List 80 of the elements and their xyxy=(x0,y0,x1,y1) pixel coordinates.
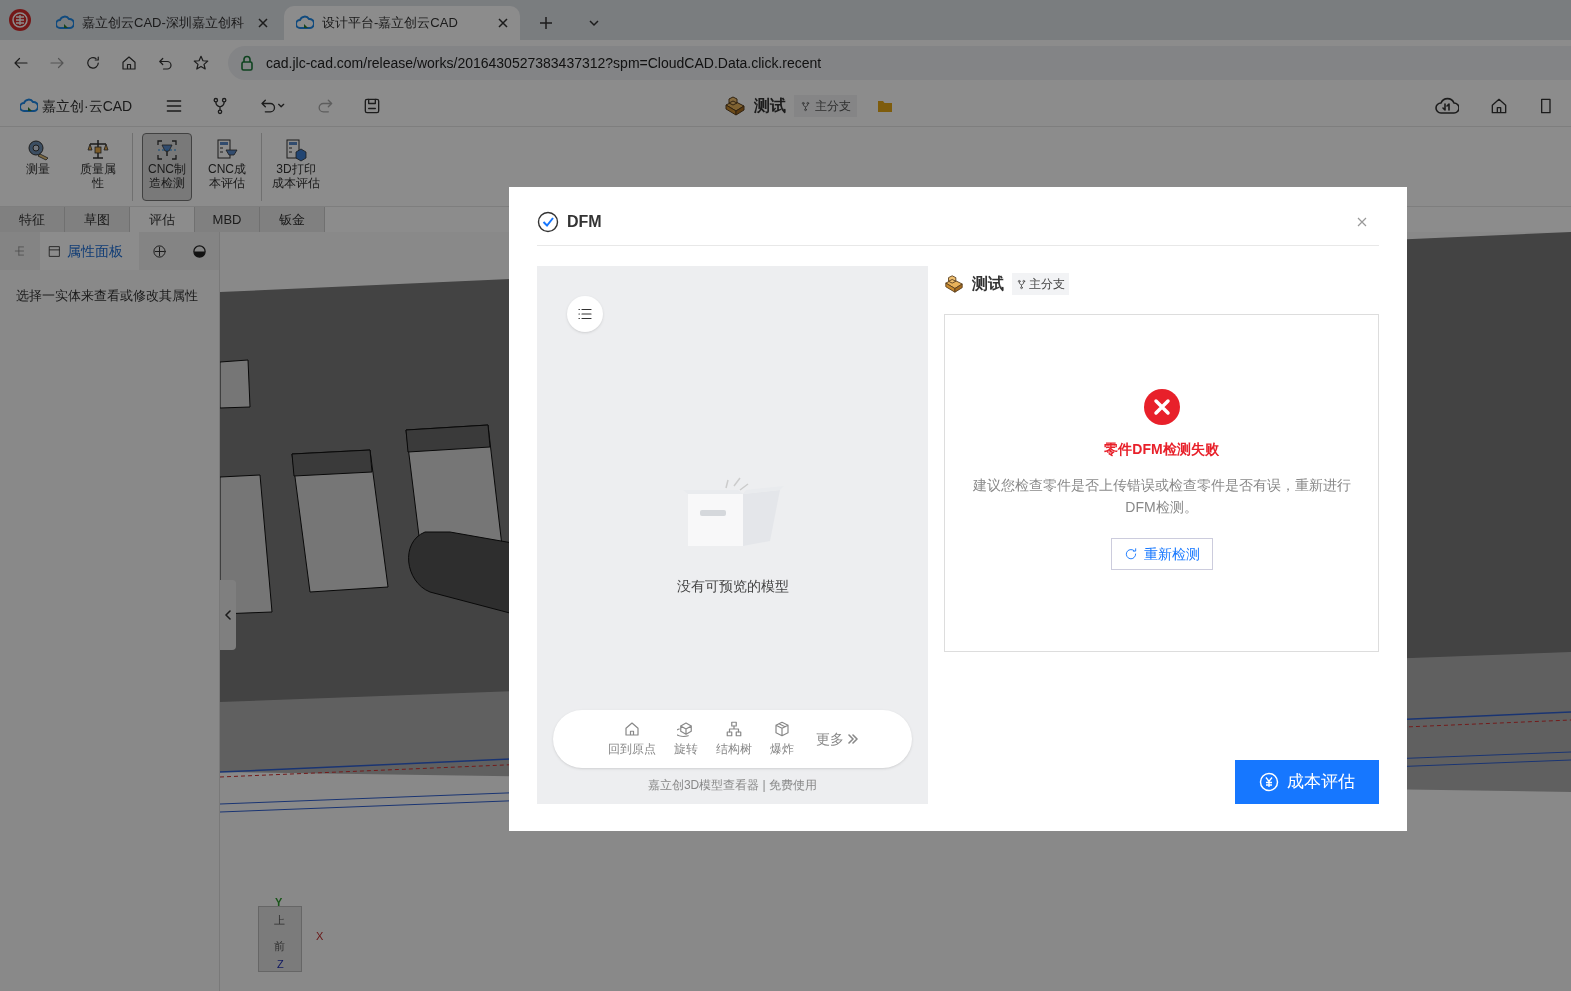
cube-icon xyxy=(772,720,791,738)
cloud-logo-icon xyxy=(56,15,74,31)
browser-logo-icon xyxy=(8,8,32,32)
app-logo-text: 嘉立创·云CAD xyxy=(42,96,133,116)
yen-icon xyxy=(1259,772,1279,792)
tab-title: 嘉立创云CAD-深圳嘉立创科 xyxy=(82,14,245,33)
toolbar-button[interactable]: CNC成本评估 xyxy=(202,132,252,201)
face-label: 上 xyxy=(274,913,285,928)
axis-label: X xyxy=(316,929,324,944)
more-button[interactable]: 更多 xyxy=(815,728,858,750)
browser-tab[interactable]: 设计平台-嘉立创云CAD xyxy=(284,6,520,40)
tab-title: 设计平台-嘉立创云CAD xyxy=(322,14,459,33)
cnc-tool-icon xyxy=(155,137,179,162)
result-message: 建议您检查零件是否上传错误或检查零件是否有误，重新进行DFM检测。 xyxy=(971,476,1352,517)
home-icon xyxy=(1489,96,1509,116)
collapse-handle[interactable] xyxy=(220,580,236,650)
branch-tag[interactable]: 主分支 xyxy=(794,95,857,117)
project-title: 测试 xyxy=(754,96,786,116)
result-title: 零件DFM检测失败 xyxy=(1104,440,1219,459)
chevron-left-icon xyxy=(224,610,232,620)
branch-icon xyxy=(1016,278,1027,290)
toolbar-button[interactable]: 3D打印成本评估 xyxy=(271,132,321,201)
hierarchy-icon xyxy=(724,720,743,738)
new-tab-icon[interactable] xyxy=(540,17,552,29)
reload-icon xyxy=(84,54,102,72)
axis-label: Y xyxy=(275,895,283,910)
panel-icon xyxy=(1539,96,1551,116)
panel-icon xyxy=(47,244,61,258)
tree-icon xyxy=(12,244,27,258)
viewer-tool[interactable]: 旋转 xyxy=(673,720,698,758)
error-icon xyxy=(1143,389,1180,425)
module-tab[interactable]: MBD xyxy=(195,207,260,232)
browser-tab[interactable]: 嘉立创云CAD-深圳嘉立创科 xyxy=(44,6,280,40)
double-chevron-icon xyxy=(847,733,858,745)
close-icon[interactable] xyxy=(498,18,508,28)
scale-icon xyxy=(86,137,110,162)
viewer-footer: 嘉立创3D模型查看器 | 免费使用 xyxy=(647,776,818,794)
toolbar-button[interactable]: CNC制造检测 xyxy=(142,132,192,201)
printer-cost-icon xyxy=(284,137,308,162)
viewer-tool[interactable]: 回到原点 xyxy=(607,720,656,758)
project-title: 测试 xyxy=(972,274,1004,294)
cnc-cost-icon xyxy=(215,137,239,162)
list-button[interactable] xyxy=(567,296,603,332)
lock-icon xyxy=(240,55,254,71)
cloud-logo-icon xyxy=(296,15,314,31)
toolbar-button[interactable]: 质量属性 xyxy=(73,132,123,201)
face-label: 前 xyxy=(274,939,285,954)
sphere-icon[interactable] xyxy=(191,243,207,259)
check-circle-icon xyxy=(537,211,559,233)
part-icon xyxy=(944,274,964,294)
viewer-tool[interactable]: 爆炸 xyxy=(769,720,794,758)
crosshair-icon xyxy=(151,243,167,259)
module-tab[interactable]: 钣金 xyxy=(260,207,325,232)
home-icon xyxy=(120,54,138,72)
home-icon xyxy=(622,720,641,738)
toolbar-button[interactable]: 测量 xyxy=(13,132,63,201)
chevron-down-icon[interactable] xyxy=(588,17,600,29)
module-tab[interactable]: 特征 xyxy=(0,207,65,232)
refresh-icon xyxy=(1123,547,1138,561)
close-icon[interactable] xyxy=(1357,217,1367,227)
properties-tab[interactable]: 属性面板 xyxy=(39,232,140,270)
branch-icon xyxy=(800,100,811,112)
branch-tag[interactable]: 主分支 xyxy=(1012,273,1069,295)
module-tab[interactable]: 草图 xyxy=(65,207,130,232)
viewer-tool[interactable]: 结构树 xyxy=(715,720,752,758)
cloud-sync-icon xyxy=(1435,95,1459,117)
app-logo-icon xyxy=(20,98,38,114)
tape-measure-icon xyxy=(26,137,50,162)
address-bar[interactable]: cad.jlc-cad.com/release/works/2016430527383437312?spm=CloudCAD.Data.click.recent xyxy=(228,46,1571,80)
star-icon xyxy=(192,54,210,72)
close-icon[interactable] xyxy=(258,18,268,28)
dialog-title: DFM xyxy=(567,212,603,232)
cost-estimate-button[interactable]: 成本评估 xyxy=(1235,760,1379,804)
empty-text: 没有可预览的模型 xyxy=(676,577,789,596)
rotate-cube-icon xyxy=(676,720,695,738)
save-icon xyxy=(362,96,382,116)
axis-label: Z xyxy=(277,957,284,972)
part-icon xyxy=(724,95,746,117)
retry-button[interactable]: 重新检测 xyxy=(1110,538,1213,570)
url-text: cad.jlc-cad.com/release/works/2016430527383437312?spm=CloudCAD.Data.click.recent xyxy=(266,53,822,73)
